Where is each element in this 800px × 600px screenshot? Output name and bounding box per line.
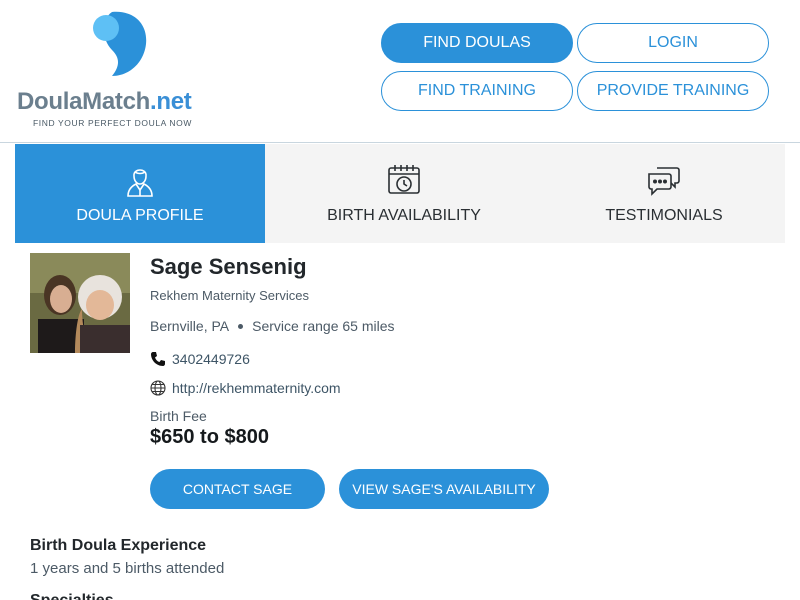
login-button[interactable]: LOGIN <box>577 23 769 63</box>
doula-avatar <box>30 253 130 353</box>
chat-bubbles-icon <box>646 162 682 198</box>
fee-value: $650 to $800 <box>150 426 269 448</box>
doula-company: Rekhem Maternity Services <box>150 288 309 303</box>
tab-label: DOULA PROFILE <box>76 207 204 224</box>
logo-wordmark: DoulaMatch.net <box>17 88 192 116</box>
tab-label: BIRTH AVAILABILITY <box>327 207 481 224</box>
next-section-title: Specialties <box>30 592 114 600</box>
fee-label: Birth Fee <box>150 408 207 424</box>
tab-testimonials[interactable]: TESTIMONIALS <box>543 144 785 243</box>
doula-location: Bernville, PA <box>150 318 230 334</box>
tab-doula-profile[interactable]: DOULA PROFILE <box>15 144 265 243</box>
site-header: DoulaMatch.net FIND YOUR PERFECT DOULA N… <box>0 0 800 143</box>
logo-wordmark-suffix: .net <box>150 88 192 115</box>
tab-label: TESTIMONIALS <box>605 207 723 224</box>
location-line: Bernville, PA Service range 65 miles <box>150 318 395 334</box>
website-row[interactable]: http://rekhemmaternity.com <box>150 380 341 396</box>
logo-mark-icon <box>93 11 147 77</box>
view-availability-button[interactable]: VIEW SAGE'S AVAILABILITY <box>339 469 549 509</box>
site-logo[interactable]: DoulaMatch.net FIND YOUR PERFECT DOULA N… <box>15 10 225 135</box>
phone-icon <box>150 351 166 367</box>
logo-tagline: FIND YOUR PERFECT DOULA NOW <box>33 118 192 128</box>
doula-name: Sage Sensenig <box>150 254 307 279</box>
contact-button[interactable]: CONTACT SAGE <box>150 469 325 509</box>
find-doulas-button[interactable]: FIND DOULAS <box>381 23 573 63</box>
calendar-clock-icon <box>386 162 422 198</box>
service-range: Service range 65 miles <box>252 318 395 334</box>
provide-training-button[interactable]: PROVIDE TRAINING <box>577 71 769 111</box>
experience-title: Birth Doula Experience <box>30 537 207 554</box>
profile-tabs: DOULA PROFILE BIRTH AVAILABILITY TESTIMO… <box>15 144 785 243</box>
logo-wordmark-main: DoulaMatch <box>17 88 151 115</box>
find-training-button[interactable]: FIND TRAINING <box>381 71 573 111</box>
phone-row[interactable]: 3402449726 <box>150 351 250 367</box>
website-link[interactable]: http://rekhemmaternity.com <box>172 380 341 396</box>
globe-icon <box>150 380 166 396</box>
tab-birth-availability[interactable]: BIRTH AVAILABILITY <box>265 144 543 243</box>
separator-dot <box>238 323 244 329</box>
phone-number[interactable]: 3402449726 <box>172 351 250 367</box>
user-icon <box>122 162 158 198</box>
experience-text: 1 years and 5 births attended <box>30 560 225 577</box>
